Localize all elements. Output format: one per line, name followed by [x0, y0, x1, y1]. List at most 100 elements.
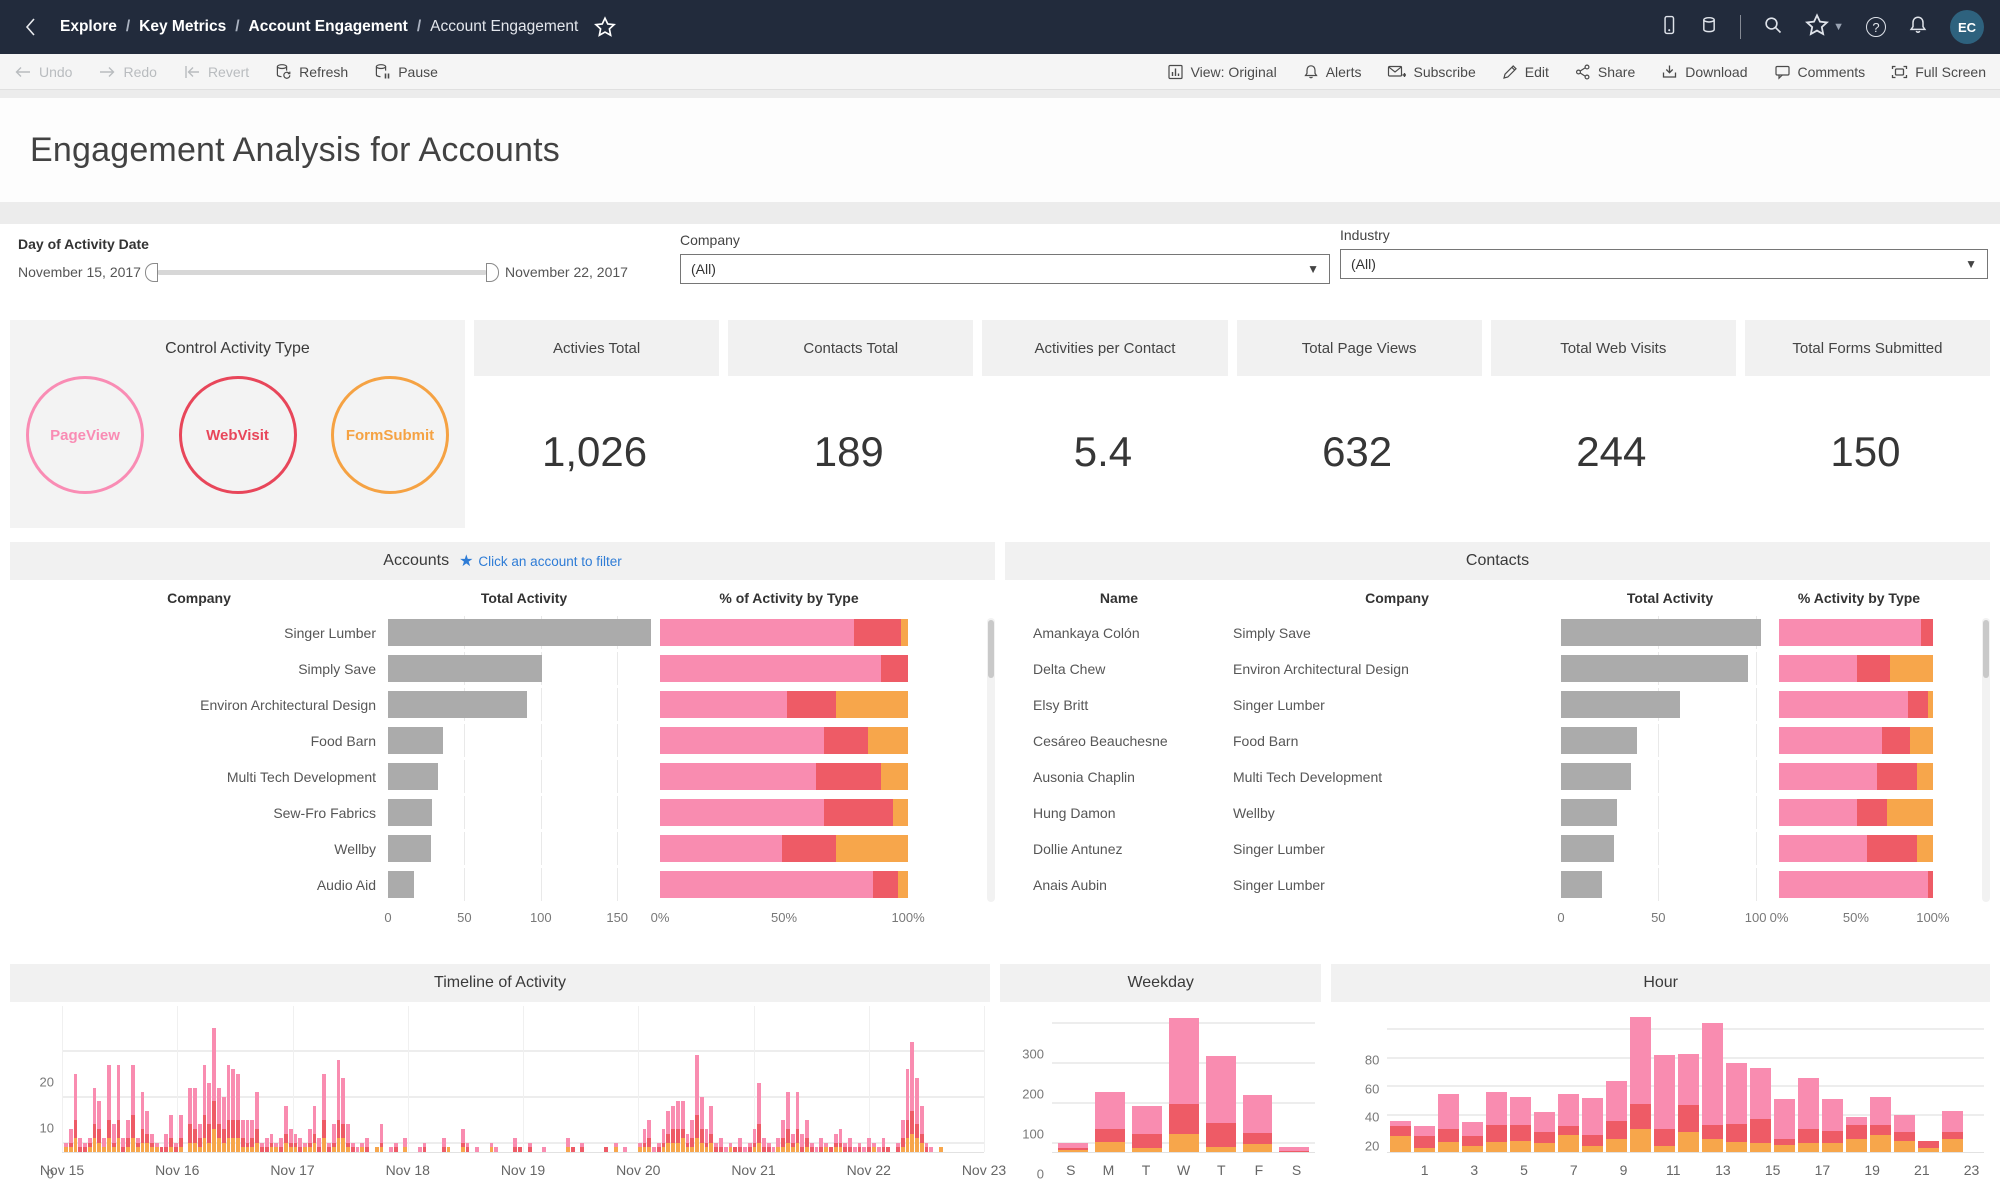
back-chevron-icon[interactable]	[16, 12, 46, 42]
stacked-bar[interactable]	[767, 1143, 771, 1152]
total-activity-bar-cell[interactable]	[388, 760, 660, 793]
table-row[interactable]: Simply Save	[10, 652, 995, 685]
stacked-bar[interactable]	[686, 1134, 690, 1152]
stacked-bar[interactable]	[1414, 1126, 1435, 1152]
table-row[interactable]: Singer Lumber	[10, 616, 995, 649]
stacked-bar[interactable]	[160, 1147, 164, 1152]
stacked-bar[interactable]	[107, 1065, 111, 1152]
stacked-bar[interactable]	[231, 1069, 235, 1152]
accounts-scrollbar[interactable]	[987, 618, 995, 902]
stacked-bar[interactable]	[662, 1129, 666, 1152]
stacked-bar[interactable]	[1582, 1098, 1603, 1152]
stacked-bar[interactable]	[800, 1134, 804, 1152]
stacked-bar[interactable]	[97, 1101, 101, 1152]
stacked-bar[interactable]	[74, 1074, 78, 1152]
stacked-bar[interactable]	[423, 1143, 427, 1152]
stacked-bar[interactable]	[494, 1147, 498, 1152]
stacked-bar[interactable]	[877, 1147, 881, 1152]
stacked-bar[interactable]	[1702, 1023, 1723, 1152]
table-row[interactable]: Food Barn	[10, 724, 995, 757]
pct-activity-bar-cell[interactable]	[660, 616, 918, 649]
stacked-bar[interactable]	[542, 1147, 546, 1152]
breadcrumb-item[interactable]: Key Metrics	[139, 18, 226, 36]
stacked-bar[interactable]	[322, 1074, 326, 1152]
stacked-bar[interactable]	[748, 1143, 752, 1152]
total-activity-bar-cell[interactable]	[1561, 832, 1779, 865]
stacked-bar[interactable]	[743, 1147, 747, 1152]
stacked-bar[interactable]	[915, 1078, 919, 1152]
pct-activity-bar-cell[interactable]	[1779, 832, 1939, 865]
stacked-bar[interactable]	[719, 1138, 723, 1152]
stacked-bar[interactable]	[805, 1120, 809, 1152]
stacked-bar[interactable]	[227, 1065, 231, 1152]
stacked-bar[interactable]	[700, 1097, 704, 1152]
total-activity-bar[interactable]	[388, 619, 651, 646]
stacked-bar[interactable]	[136, 1138, 140, 1152]
stacked-bar[interactable]	[169, 1115, 173, 1152]
total-activity-bar[interactable]	[1561, 799, 1617, 826]
stacked-bar[interactable]	[88, 1138, 92, 1152]
stacked-bar[interactable]	[910, 1042, 914, 1152]
favorite-star-icon[interactable]	[594, 16, 616, 38]
stacked-bar[interactable]	[872, 1143, 876, 1152]
stacked-bar[interactable]	[279, 1138, 283, 1152]
table-row[interactable]: Wellby	[10, 832, 995, 865]
stacked-bar[interactable]	[762, 1138, 766, 1152]
stacked-bar[interactable]	[246, 1120, 250, 1152]
stacked-bar[interactable]	[1678, 1054, 1699, 1152]
pct-activity-bar-cell[interactable]	[660, 688, 918, 721]
share-button[interactable]: Share	[1575, 64, 1635, 80]
refresh-button[interactable]: Refresh	[275, 63, 348, 81]
pct-activity-bar[interactable]	[660, 799, 918, 826]
pct-activity-bar[interactable]	[1779, 835, 1939, 862]
download-button[interactable]: Download	[1661, 64, 1747, 80]
pct-activity-bar-cell[interactable]	[1779, 616, 1939, 649]
pct-activity-bar-cell[interactable]	[660, 796, 918, 829]
stacked-bar[interactable]	[1243, 1095, 1273, 1152]
stacked-bar[interactable]	[858, 1143, 862, 1152]
stacked-bar[interactable]	[447, 1147, 451, 1152]
pct-activity-bar[interactable]	[1779, 691, 1939, 718]
stacked-bar[interactable]	[714, 1143, 718, 1152]
total-activity-bar-cell[interactable]	[388, 652, 660, 685]
stacked-bar[interactable]	[1058, 1143, 1088, 1152]
stacked-bar[interactable]	[1606, 1081, 1627, 1152]
stacked-bar[interactable]	[843, 1143, 847, 1152]
stacked-bar[interactable]	[791, 1134, 795, 1152]
stacked-bar[interactable]	[882, 1138, 886, 1152]
stacked-bar[interactable]	[733, 1147, 737, 1152]
table-row[interactable]: Elsy BrittSinger Lumber	[1005, 688, 1990, 721]
stacked-bar[interactable]	[834, 1134, 838, 1152]
stacked-bar[interactable]	[652, 1147, 656, 1152]
stacked-bar[interactable]	[681, 1101, 685, 1152]
pct-activity-bar-cell[interactable]	[1779, 724, 1939, 757]
stacked-bar[interactable]	[1822, 1099, 1843, 1152]
mobile-preview-icon[interactable]	[1660, 14, 1678, 41]
pct-activity-bar[interactable]	[1779, 727, 1939, 754]
pct-activity-bar-cell[interactable]	[1779, 796, 1939, 829]
stacked-bar[interactable]	[810, 1143, 814, 1152]
total-activity-bar-cell[interactable]	[1561, 868, 1779, 901]
total-activity-bar-cell[interactable]	[388, 724, 660, 757]
pct-activity-bar[interactable]	[1779, 799, 1939, 826]
table-row[interactable]: Dollie AntunezSinger Lumber	[1005, 832, 1990, 865]
stacked-bar[interactable]	[513, 1138, 517, 1152]
stacked-bar[interactable]	[738, 1138, 742, 1152]
stacked-bar[interactable]	[819, 1138, 823, 1152]
stacked-bar[interactable]	[102, 1138, 106, 1152]
stacked-bar[interactable]	[121, 1138, 125, 1152]
stacked-bar[interactable]	[93, 1088, 97, 1152]
pct-activity-bar[interactable]	[1779, 763, 1939, 790]
stacked-bar[interactable]	[1630, 1017, 1651, 1152]
control-circle-pageview[interactable]: PageView	[26, 376, 144, 494]
stacked-bar[interactable]	[284, 1106, 288, 1152]
stacked-bar[interactable]	[442, 1138, 446, 1152]
stacked-bar[interactable]	[131, 1065, 135, 1152]
stacked-bar[interactable]	[141, 1092, 145, 1152]
stacked-bar[interactable]	[1169, 1018, 1199, 1152]
total-activity-bar[interactable]	[1561, 727, 1637, 754]
stacked-bar[interactable]	[241, 1120, 245, 1152]
stacked-bar[interactable]	[461, 1129, 465, 1152]
edit-button[interactable]: Edit	[1502, 64, 1549, 80]
stacked-bar[interactable]	[270, 1134, 274, 1152]
